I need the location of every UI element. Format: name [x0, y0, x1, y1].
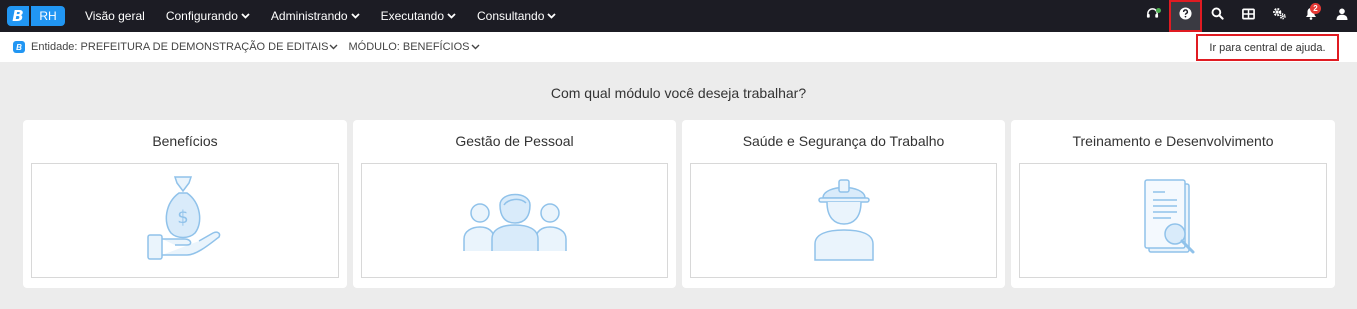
context-bar: B Entidade: PREFEITURA DE DEMONSTRAÇÃO D… — [0, 32, 1357, 62]
toolbar-icons: 2 — [1136, 0, 1357, 32]
card-title: Gestão de Pessoal — [455, 133, 574, 149]
online-status-dot — [1156, 8, 1161, 13]
menu-label: Consultando — [477, 9, 545, 23]
settings-icon — [1272, 7, 1287, 25]
chevron-down-icon — [329, 44, 338, 50]
brand-module-label: RH — [29, 6, 65, 26]
support-button[interactable] — [1136, 0, 1169, 32]
help-icon — [1179, 7, 1192, 25]
menu-consultando[interactable]: Consultando — [477, 9, 557, 23]
module-card-treinamento[interactable]: Treinamento e Desenvolvimento — [1011, 120, 1335, 288]
menu-label: Administrando — [270, 9, 348, 23]
menu-administrando[interactable]: Administrando — [271, 9, 360, 23]
module-card-saude-e-seguranca[interactable]: Saúde e Segurança do Trabalho — [682, 120, 1005, 288]
chevron-down-icon — [447, 13, 456, 19]
card-title: Benefícios — [152, 133, 218, 149]
module-selector[interactable]: MÓDULO: BENEFÍCIOS — [348, 41, 480, 53]
money-bag-hand-icon: $ — [145, 173, 225, 268]
context-logo-icon: B — [13, 41, 25, 53]
help-tooltip: Ir para central de ajuda. — [1196, 34, 1339, 61]
apps-grid-button[interactable] — [1233, 0, 1264, 32]
user-menu-button[interactable] — [1326, 0, 1357, 32]
settings-button[interactable] — [1264, 0, 1295, 32]
chevron-down-icon — [547, 13, 557, 19]
apps-grid-icon — [1242, 7, 1255, 25]
menu-label: Executando — [380, 9, 444, 23]
document-search-icon — [1143, 178, 1203, 263]
menu-visao-geral[interactable]: Visão geral — [85, 9, 145, 23]
worker-helmet-icon — [809, 176, 879, 266]
user-icon — [1336, 7, 1348, 25]
menu-executando[interactable]: Executando — [381, 9, 456, 23]
chevron-down-icon — [471, 44, 480, 50]
notification-count-badge: 2 — [1310, 3, 1321, 14]
card-illustration — [361, 163, 668, 278]
menu-label: Visão geral — [85, 9, 145, 23]
brand-logo[interactable]: B RH — [7, 6, 65, 26]
search-icon — [1211, 7, 1224, 25]
card-illustration: $ — [31, 163, 339, 278]
help-button[interactable] — [1169, 0, 1202, 32]
module-card-gestao-de-pessoal[interactable]: Gestão de Pessoal — [353, 120, 676, 288]
entity-label: Entidade: PREFEITURA DE DEMONSTRAÇÃO DE … — [31, 41, 329, 53]
page-question: Com qual módulo você deseja trabalhar? — [550, 85, 807, 101]
menu-configurando[interactable]: Configurando — [166, 9, 250, 23]
card-illustration — [690, 163, 997, 278]
card-title: Treinamento e Desenvolvimento — [1072, 133, 1274, 149]
module-card-beneficios[interactable]: Benefícios $ — [23, 120, 347, 288]
menu-label: Configurando — [165, 9, 238, 23]
svg-text:$: $ — [177, 207, 188, 228]
top-navbar: B RH Visão geral Configurando Administra… — [0, 0, 1357, 32]
chevron-down-icon — [241, 13, 250, 19]
card-title: Saúde e Segurança do Trabalho — [742, 133, 945, 149]
people-group-icon — [460, 183, 570, 258]
search-button[interactable] — [1202, 0, 1233, 32]
entity-selector[interactable]: Entidade: PREFEITURA DE DEMONSTRAÇÃO DE … — [31, 41, 338, 53]
brand-logo-letter: B — [7, 6, 29, 26]
notifications-button[interactable]: 2 — [1295, 0, 1326, 32]
card-illustration — [1019, 163, 1327, 278]
chevron-down-icon — [350, 13, 360, 19]
main-menu: Visão geral Configurando Administrando E… — [85, 9, 577, 23]
module-label: MÓDULO: BENEFÍCIOS — [348, 41, 470, 53]
